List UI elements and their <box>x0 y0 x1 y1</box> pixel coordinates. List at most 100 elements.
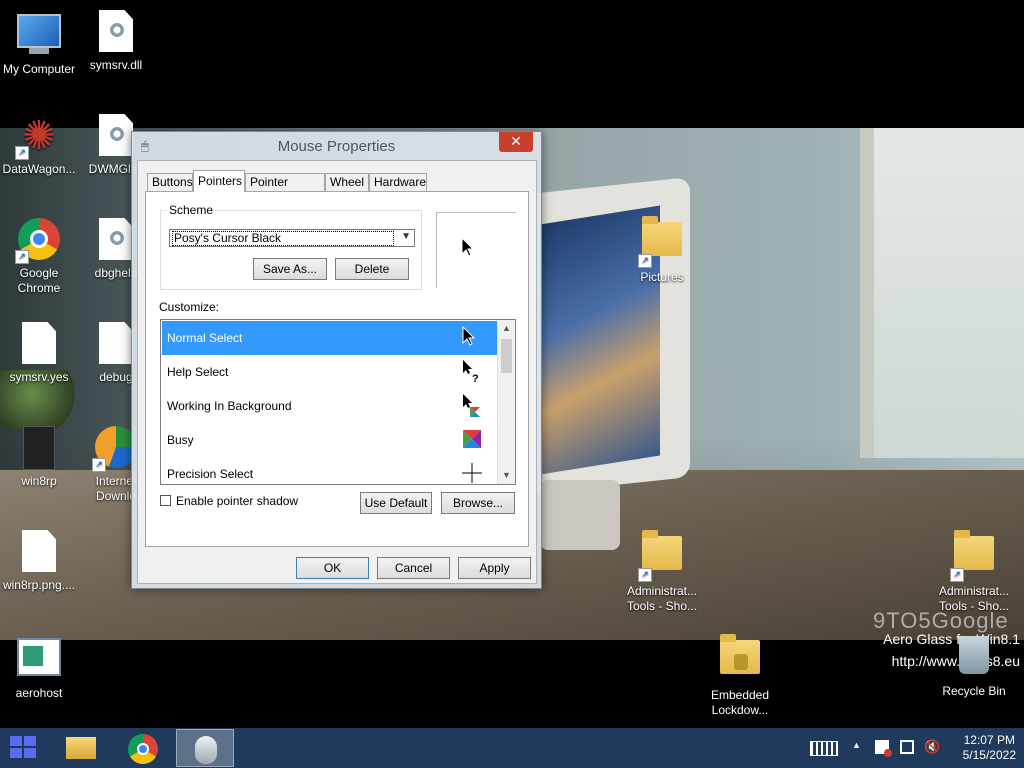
dialog-client: Buttons Pointers Pointer Options Wheel H… <box>137 160 537 584</box>
list-item-busy[interactable]: Busy <box>162 423 497 457</box>
list-item-working-in-background[interactable]: Working In Background <box>162 389 497 423</box>
tab-buttons[interactable]: Buttons <box>147 173 193 191</box>
desktop-icon-pictures[interactable]: ↗ Pictures <box>620 216 704 285</box>
desktop-icon-label: My Computer <box>2 62 76 76</box>
windows-logo-icon <box>10 736 22 746</box>
desktop-icon-recycle-bin[interactable]: Recycle Bin <box>932 634 1016 699</box>
desktop-icon-label: Recycle Bin <box>942 684 1006 698</box>
tab-wheel[interactable]: Wheel <box>325 173 369 191</box>
desktop-icon-label: Google Chrome <box>17 266 61 295</box>
desktop-icon-label: symsrv.dll <box>89 58 143 72</box>
list-scrollbar[interactable]: ▲ ▼ <box>497 320 515 484</box>
desktop-icon-datawagon[interactable]: ✺ ↗ DataWagon... <box>0 114 81 177</box>
scheme-legend: Scheme <box>167 203 216 217</box>
desktop-icon-label: win8rp <box>21 474 57 488</box>
desktop-icon-label: Administrat... Tools - Sho... <box>626 584 698 613</box>
taskbar-clock[interactable]: 12:07 PM 5/15/2022 <box>963 733 1016 763</box>
desktop-icon-label: debug <box>99 370 133 384</box>
list-item-help-select[interactable]: Help Select ? <box>162 355 497 389</box>
taskbar-mouse-properties[interactable] <box>176 729 234 767</box>
delete-button[interactable]: Delete <box>335 258 409 280</box>
crosshair-cursor-icon <box>462 463 482 483</box>
tray-overflow-icon[interactable]: ▲ <box>852 740 861 750</box>
folder-icon <box>66 737 96 759</box>
list-item-normal-select[interactable]: Normal Select <box>162 321 497 355</box>
help-cursor-icon: ? <box>463 360 479 383</box>
desktop-icon-admin-tools-1[interactable]: ↗ Administrat... Tools - Sho... <box>620 530 704 614</box>
desktop-icon-symsrv-yes[interactable]: symsrv.yes <box>0 322 81 385</box>
mouse-properties-dialog: 🖱 Mouse Properties ✕ Buttons Pointers Po… <box>131 131 542 589</box>
desktop-icon-symsrv-dll[interactable]: symsrv.dll <box>74 10 158 73</box>
working-cursor-icon <box>463 394 480 417</box>
recycle-bin-icon <box>952 636 996 680</box>
list-item-label: Working In Background <box>167 399 292 413</box>
datawagon-icon: ✺ ↗ <box>15 114 61 160</box>
taskbar-file-explorer[interactable] <box>52 729 110 767</box>
taskbar: ▲ 🔇 12:07 PM 5/15/2022 <box>0 728 1024 768</box>
apply-button[interactable]: Apply <box>458 557 531 579</box>
start-button[interactable] <box>10 736 38 760</box>
action-center-flag-icon[interactable] <box>875 740 892 757</box>
network-icon[interactable] <box>900 740 914 754</box>
file-icon <box>17 530 61 574</box>
desktop-icon-aerohost[interactable]: aerohost <box>0 634 81 701</box>
desktop-icon-label: Embedded Lockdow... <box>710 688 770 717</box>
ok-button[interactable]: OK <box>296 557 369 579</box>
computer-icon <box>17 14 61 58</box>
wallpaper-window <box>860 128 1024 458</box>
pointers-tab-panel: Scheme Posy's Cursor Black ▼ Save As... … <box>145 191 529 547</box>
desktop-icon-my-computer[interactable]: My Computer <box>0 10 81 77</box>
scroll-up-icon[interactable]: ▲ <box>498 320 515 337</box>
folder-icon: ↗ <box>638 530 684 582</box>
arrow-cursor-icon <box>462 325 476 346</box>
clock-time: 12:07 PM <box>963 733 1015 747</box>
app-window-icon <box>17 638 61 682</box>
desktop-icon-label: DataWagon... <box>2 162 76 176</box>
tab-pointer-options[interactable]: Pointer Options <box>245 173 325 206</box>
scroll-thumb[interactable] <box>501 339 512 373</box>
volume-muted-icon[interactable]: 🔇 <box>924 739 940 755</box>
desktop-icon-label: Administrat... Tools - Sho... <box>938 584 1010 613</box>
cancel-button[interactable]: Cancel <box>377 557 450 579</box>
win8rp-icon <box>17 426 61 470</box>
dll-file-icon <box>94 10 138 54</box>
arrow-cursor-icon <box>461 237 475 257</box>
cursor-list[interactable]: Normal Select Help Select ? Working In B… <box>160 319 516 485</box>
busy-cursor-icon <box>463 430 481 448</box>
customize-label: Customize: <box>159 300 220 314</box>
desktop-icon-win8rp-png[interactable]: win8rp.png.... <box>0 530 81 593</box>
checkbox-box[interactable] <box>160 495 171 506</box>
close-button[interactable]: ✕ <box>499 132 533 152</box>
close-icon: ✕ <box>510 133 522 149</box>
svg-text:?: ? <box>472 373 479 383</box>
file-icon <box>17 322 61 366</box>
chrome-icon: ↗ <box>15 218 61 264</box>
desktop-icon-label: aerohost <box>15 686 63 700</box>
folder-icon: ↗ <box>638 216 684 268</box>
clock-date: 5/15/2022 <box>962 748 1016 762</box>
scroll-down-icon[interactable]: ▼ <box>498 467 515 484</box>
taskbar-chrome[interactable] <box>114 729 172 767</box>
lock-folder-icon <box>718 634 762 684</box>
windows-logo-pane <box>24 736 36 746</box>
scheme-group: Scheme Posy's Cursor Black ▼ Save As... … <box>160 203 422 290</box>
wallpaper-device-base <box>540 480 620 550</box>
scheme-selected-value: Posy's Cursor Black <box>172 231 394 246</box>
windows-logo-pane <box>10 748 22 758</box>
list-item-precision-select[interactable]: Precision Select <box>162 457 497 484</box>
list-item-label: Precision Select <box>167 467 254 481</box>
windows-logo-pane <box>24 748 36 758</box>
desktop-icon-embedded-lockdown[interactable]: Embedded Lockdow... <box>698 634 782 718</box>
cursor-preview <box>436 212 516 288</box>
tab-hardware[interactable]: Hardware <box>369 173 427 191</box>
tab-pointers[interactable]: Pointers <box>193 170 245 192</box>
save-as-button[interactable]: Save As... <box>253 258 327 280</box>
scheme-dropdown[interactable]: Posy's Cursor Black ▼ <box>169 229 415 247</box>
dialog-titlebar[interactable]: 🖱 Mouse Properties ✕ <box>132 132 541 160</box>
desktop-icon-admin-tools-2[interactable]: ↗ Administrat... Tools - Sho... <box>932 530 1016 614</box>
desktop-icon-google-chrome[interactable]: ↗ Google Chrome <box>0 218 81 296</box>
browse-button[interactable]: Browse... <box>441 492 515 514</box>
use-default-button[interactable]: Use Default <box>360 492 432 514</box>
keyboard-icon[interactable] <box>810 741 838 756</box>
desktop-icon-win8rp[interactable]: win8rp <box>0 426 81 489</box>
